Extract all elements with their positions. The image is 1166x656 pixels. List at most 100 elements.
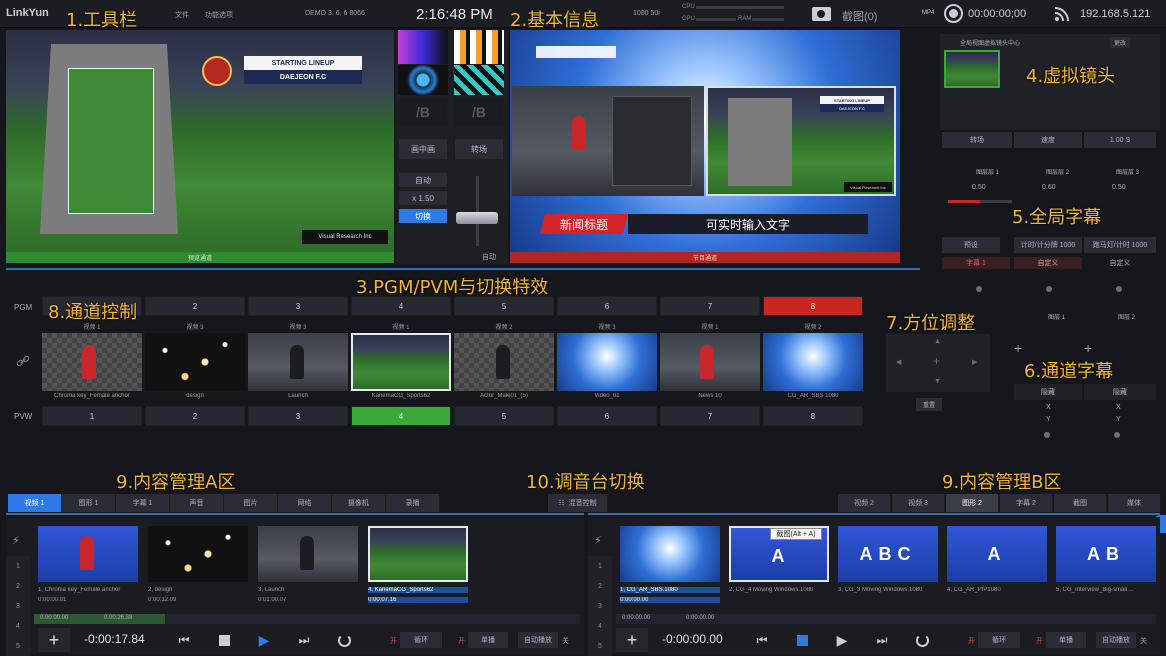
fx-thumb-2[interactable] [454, 30, 504, 64]
global-subtitle-type[interactable]: 预设 [942, 237, 1000, 253]
cs-plus-icon-1[interactable]: + [1014, 340, 1022, 356]
add-button-a[interactable]: + [38, 628, 70, 652]
row-number[interactable]: 1 [588, 556, 612, 577]
row-number[interactable]: 5 [6, 636, 30, 656]
tab-b-3[interactable]: 图形 2 [946, 494, 999, 512]
auto-button[interactable]: 自动 [398, 172, 448, 188]
direction-reset[interactable]: 重置 [916, 398, 942, 411]
pvw-button-7[interactable]: 7 [660, 406, 760, 426]
vcam-speed[interactable]: 速度 [1014, 132, 1082, 148]
row-number[interactable]: 2 [6, 576, 30, 597]
transition-button[interactable]: 转场 [454, 138, 504, 160]
play-icon-b[interactable]: ▶ [832, 630, 852, 650]
media-b-thumb-1[interactable] [620, 526, 720, 582]
source-thumb-7[interactable] [660, 333, 760, 391]
source-thumb-5[interactable] [454, 333, 554, 391]
tab-a-6[interactable]: 网络 [278, 494, 332, 512]
pvw-button-3[interactable]: 3 [248, 406, 348, 426]
arrow-up-icon[interactable]: ▲ [934, 338, 941, 345]
global-subtitle-1[interactable]: 字幕 1 [942, 257, 1010, 269]
stop-icon-b[interactable] [792, 630, 812, 650]
flash-icon-a[interactable]: ⚡ [12, 534, 20, 547]
media-a-thumb-4[interactable] [368, 526, 468, 582]
global-subtitle-2[interactable]: 自定义 [1014, 257, 1082, 269]
row-number[interactable]: 2 [588, 576, 612, 597]
row-number[interactable]: 4 [6, 616, 30, 637]
loop-icon-a[interactable] [334, 630, 354, 650]
tab-a-8[interactable]: 录播 [386, 494, 440, 512]
arrow-right-icon[interactable]: ▶ [972, 358, 977, 366]
pgm-button-2[interactable]: 2 [145, 296, 245, 316]
pgm-button-6[interactable]: 6 [557, 296, 657, 316]
row-number[interactable]: 1 [6, 556, 30, 577]
pgm-button-5[interactable]: 5 [454, 296, 554, 316]
play-icon-a[interactable]: ▶ [254, 630, 274, 650]
source-thumb-8[interactable] [763, 333, 863, 391]
autoplay-button-a[interactable]: 自动播放 [518, 632, 558, 648]
loop-button-b[interactable]: 循环 [978, 632, 1020, 648]
gs-dot-3[interactable] [1116, 286, 1122, 292]
row-number[interactable]: 5 [588, 636, 612, 656]
global-subtitle-opt1[interactable]: 计时/计分牌 1000 [1014, 237, 1082, 253]
add-button-b[interactable]: + [616, 628, 648, 652]
row-number[interactable]: 3 [6, 596, 30, 617]
pvw-button-5[interactable]: 5 [454, 406, 554, 426]
next-icon-a[interactable]: ⏭ [294, 630, 314, 650]
vcam-transition[interactable]: 转场 [942, 132, 1012, 148]
center-plus-icon[interactable]: + [933, 354, 940, 368]
tab-b-4[interactable]: 字幕 2 [1000, 494, 1053, 512]
fx-ab-button-1[interactable]: /B [398, 98, 448, 126]
cs-dot-1[interactable] [1044, 432, 1050, 438]
pvw-button-6[interactable]: 6 [557, 406, 657, 426]
direction-pad[interactable]: ▲ ▼ ◀ ▶ + [886, 334, 990, 392]
camera-icon[interactable] [812, 7, 831, 21]
arrow-down-icon[interactable]: ▼ [934, 378, 941, 385]
tab-a-5[interactable]: 图片 [224, 494, 278, 512]
gs-dot-2[interactable] [1046, 286, 1052, 292]
pgm-button-7[interactable]: 7 [660, 296, 760, 316]
cs-dot-2[interactable] [1114, 432, 1120, 438]
tab-a-3[interactable]: 字幕 1 [116, 494, 170, 512]
screenshot-label[interactable]: 截图(0) [842, 8, 877, 24]
tab-a-1[interactable]: 视频 1 [8, 494, 62, 512]
tab-a-4[interactable]: 声音 [170, 494, 224, 512]
pvw-button-4[interactable]: 4 [351, 406, 451, 426]
media-b-thumb-5[interactable]: AB [1056, 526, 1156, 582]
gs-dot-1[interactable] [976, 286, 982, 292]
pvw-button-8[interactable]: 8 [763, 406, 863, 426]
vcam-speed-value[interactable]: 1.00 S [1084, 132, 1156, 148]
menu-mode[interactable]: 功能选项 [205, 10, 233, 20]
media-b-thumb-4[interactable]: A [947, 526, 1047, 582]
cs-plus-icon-2[interactable]: + [1084, 340, 1092, 356]
loop-button-a[interactable]: 循环 [400, 632, 442, 648]
fx-thumb-1[interactable] [398, 30, 448, 64]
media-a-thumb-3[interactable] [258, 526, 358, 582]
source-thumb-1[interactable] [42, 333, 142, 391]
tab-b-2[interactable]: 视频 3 [892, 494, 945, 512]
flash-icon-b[interactable]: ⚡ [594, 534, 602, 547]
record-icon[interactable] [944, 4, 963, 23]
autoplay-button-b[interactable]: 自动播放 [1096, 632, 1136, 648]
menu-file[interactable]: 文件 [175, 10, 189, 20]
tab-b-1[interactable]: 视频 2 [838, 494, 891, 512]
single-button-b[interactable]: 单播 [1046, 632, 1086, 648]
link-icon[interactable] [16, 354, 30, 368]
source-thumb-2[interactable] [145, 333, 245, 391]
media-a-thumb-2[interactable] [148, 526, 248, 582]
tab-b-5[interactable]: 截图 [1054, 494, 1107, 512]
pip-button[interactable]: 画中画 [398, 138, 448, 160]
prev-icon-b[interactable]: ⏮ [752, 630, 772, 650]
pgm-button-8[interactable]: 8 [763, 296, 863, 316]
pgm-button-4[interactable]: 4 [351, 296, 451, 316]
vcam-slider-1[interactable] [948, 200, 1012, 203]
fx-thumb-3[interactable] [398, 65, 448, 95]
tab-a-2[interactable]: 图形 1 [62, 494, 116, 512]
mixer-tab[interactable]: ☷ 混音控制 [548, 494, 608, 512]
single-button-a[interactable]: 单播 [468, 632, 508, 648]
global-subtitle-3[interactable]: 自定义 [1084, 257, 1156, 269]
cs-hide-1[interactable]: 隐藏 [1014, 384, 1082, 400]
vcam-badge[interactable]: 更改 [1110, 37, 1131, 48]
speed-display[interactable]: x 1.50 [398, 190, 448, 206]
stop-icon-a[interactable] [214, 630, 234, 650]
cut-button[interactable]: 切换 [398, 208, 448, 224]
